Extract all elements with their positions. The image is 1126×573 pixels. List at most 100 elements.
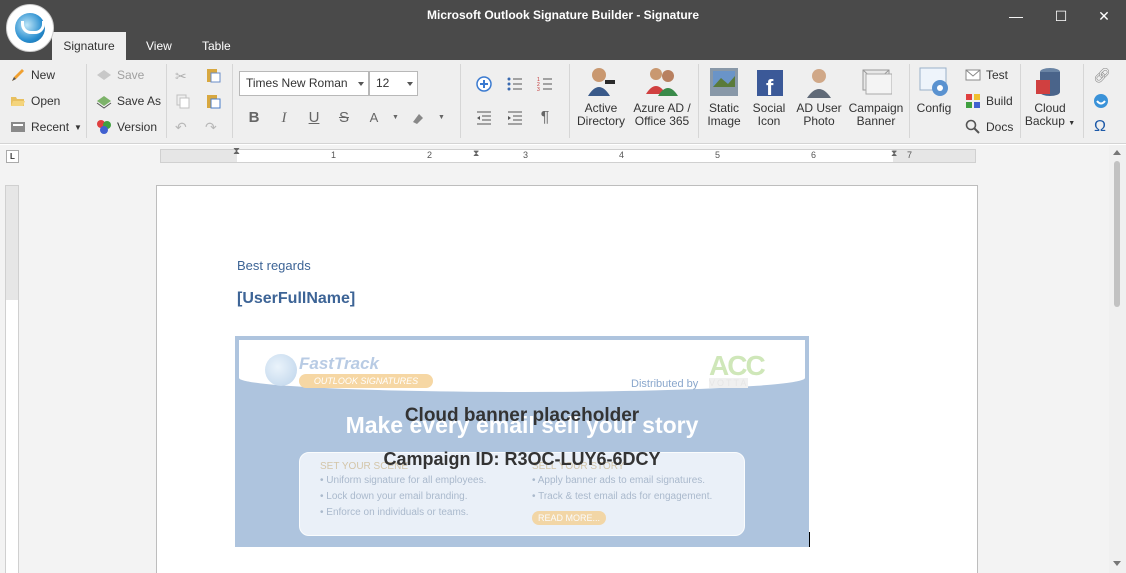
- numbered-list-icon[interactable]: 123: [537, 76, 553, 93]
- chevron-down-icon[interactable]: ▼: [438, 114, 445, 121]
- app-logo-icon[interactable]: [6, 4, 54, 52]
- search-icon: [965, 119, 981, 135]
- insert-icon[interactable]: [476, 76, 492, 92]
- partner-logo-sub: VOTTA: [709, 378, 749, 388]
- chevron-down-icon: [407, 82, 413, 86]
- close-button[interactable]: ✕: [1082, 4, 1126, 28]
- save-as-button[interactable]: Save As: [96, 91, 161, 111]
- config-label: Config: [916, 101, 952, 115]
- maximize-button[interactable]: ☐: [1039, 4, 1083, 28]
- docs-button[interactable]: Docs: [965, 117, 1013, 137]
- facebook-icon: f: [753, 66, 785, 100]
- banner-placeholder-title: Cloud banner placeholder: [404, 405, 640, 426]
- chevron-down-icon: [358, 82, 364, 86]
- tab-stop-selector[interactable]: L: [6, 150, 19, 163]
- minimize-button[interactable]: —: [994, 4, 1038, 28]
- document-page[interactable]: Best regards [UserFullName] FastTrack OU…: [156, 185, 978, 573]
- fasttrack-logo-icon: [265, 354, 297, 386]
- pencil-icon: [10, 67, 26, 83]
- ruler-number: 1: [331, 150, 337, 160]
- app-globe-icon[interactable]: [1093, 93, 1109, 109]
- active-directory-icon: [585, 66, 617, 98]
- ribbon-divider: [232, 64, 233, 138]
- version-button[interactable]: Version: [96, 117, 157, 137]
- active-directory-button[interactable]: Active Directory: [572, 66, 630, 128]
- static-image-button[interactable]: Static Image: [702, 66, 746, 128]
- campaign-banner[interactable]: FastTrack OUTLOOK SIGNATURES Distributed…: [235, 336, 809, 547]
- recent-button[interactable]: Recent ▼: [10, 117, 82, 137]
- cloud-backup-label-2: Backup ▼: [1024, 115, 1076, 130]
- redo-icon[interactable]: ↷: [205, 119, 221, 135]
- campaign-banner-button[interactable]: Campaign Banner: [848, 66, 904, 128]
- left-item: • Lock down your email branding.: [320, 491, 468, 502]
- user-full-name-field[interactable]: [UserFullName]: [237, 290, 355, 308]
- vertical-ruler[interactable]: [5, 185, 19, 573]
- paragraph-mark-button[interactable]: ¶: [535, 108, 555, 128]
- banner-brand: FastTrack: [299, 354, 380, 373]
- config-button[interactable]: Config: [912, 66, 956, 115]
- tab-marker-icon[interactable]: ⧗: [473, 148, 479, 159]
- signature-closing[interactable]: Best regards: [237, 258, 311, 273]
- undo-icon[interactable]: ↶: [175, 119, 191, 135]
- scrollbar-thumb[interactable]: [1114, 161, 1120, 307]
- ruler-number: 2: [427, 150, 433, 160]
- link-icon[interactable]: 🔗︎: [1093, 67, 1111, 83]
- build-label: Build: [986, 94, 1013, 108]
- editor-area: L 1 2 3 4 5 6 7 ⧗ ⧗ ⧗ Best regards [User…: [0, 145, 1126, 573]
- indent-marker-icon[interactable]: ⧗: [233, 146, 240, 157]
- vertical-ruler-content-area: [6, 300, 18, 573]
- outdent-icon[interactable]: [476, 110, 492, 126]
- ribbon-divider: [569, 64, 570, 138]
- font-color-button[interactable]: A: [364, 108, 384, 128]
- save-button[interactable]: Save: [96, 65, 144, 85]
- paste-special-icon[interactable]: [205, 93, 221, 109]
- cloud-backup-button[interactable]: Cloud Backup ▼: [1024, 66, 1076, 130]
- strikethrough-button[interactable]: S: [334, 108, 354, 128]
- test-button[interactable]: Test: [965, 65, 1008, 85]
- docs-label: Docs: [986, 120, 1014, 134]
- indent-icon[interactable]: [507, 110, 523, 126]
- cut-icon[interactable]: ✂: [175, 68, 191, 84]
- symbol-omega-icon[interactable]: Ω: [1094, 118, 1106, 136]
- bold-button[interactable]: B: [244, 108, 264, 128]
- font-size-select[interactable]: 12: [369, 71, 418, 96]
- ad-user-photo-button[interactable]: AD User Photo: [794, 66, 844, 128]
- scroll-up-icon[interactable]: [1113, 150, 1121, 155]
- test-label: Test: [986, 68, 1009, 82]
- chevron-down-icon: ▼: [74, 122, 82, 132]
- ruler-number: 4: [619, 150, 625, 160]
- underline-button[interactable]: U: [304, 108, 324, 128]
- build-button[interactable]: Build: [965, 91, 1013, 111]
- ribbon-divider: [86, 64, 87, 138]
- blocks-icon: [965, 93, 981, 109]
- right-indent-marker-icon[interactable]: ⧗: [891, 148, 897, 159]
- ribbon-divider: [460, 64, 461, 138]
- font-size-value: 12: [376, 76, 390, 90]
- tab-view[interactable]: View: [132, 32, 186, 60]
- highlight-icon[interactable]: [410, 110, 426, 126]
- new-button[interactable]: New: [10, 65, 55, 85]
- static-image-label-2: Image: [707, 114, 741, 128]
- azure-ad-label-2: Office 365: [634, 114, 690, 128]
- social-icon-button[interactable]: f Social Icon: [750, 66, 788, 128]
- tab-table[interactable]: Table: [188, 32, 245, 60]
- ribbon-tabs: Signature View Table: [0, 32, 1126, 60]
- bullet-list-icon[interactable]: [507, 76, 523, 92]
- font-family-select[interactable]: Times New Roman: [239, 71, 369, 96]
- scroll-down-icon[interactable]: [1113, 561, 1121, 566]
- tab-signature[interactable]: Signature: [52, 32, 126, 60]
- horizontal-ruler[interactable]: 1 2 3 4 5 6 7 ⧗ ⧗ ⧗: [160, 146, 976, 163]
- recent-icon: [10, 119, 26, 135]
- vertical-scrollbar[interactable]: [1109, 145, 1126, 573]
- paste-icon[interactable]: [205, 67, 221, 83]
- azure-ad-button[interactable]: Azure AD / Office 365: [632, 66, 692, 128]
- italic-button[interactable]: I: [274, 108, 294, 128]
- open-button[interactable]: Open: [10, 91, 60, 111]
- image-icon: [708, 66, 740, 98]
- read-more-button: READ MORE...: [532, 511, 606, 525]
- copy-icon[interactable]: [175, 93, 191, 109]
- ribbon: New Open Recent ▼ Save Save As Version ✂…: [0, 60, 1126, 144]
- save-as-icon: [96, 93, 112, 109]
- ruler-number: 6: [811, 150, 817, 160]
- chevron-down-icon[interactable]: ▼: [392, 114, 399, 121]
